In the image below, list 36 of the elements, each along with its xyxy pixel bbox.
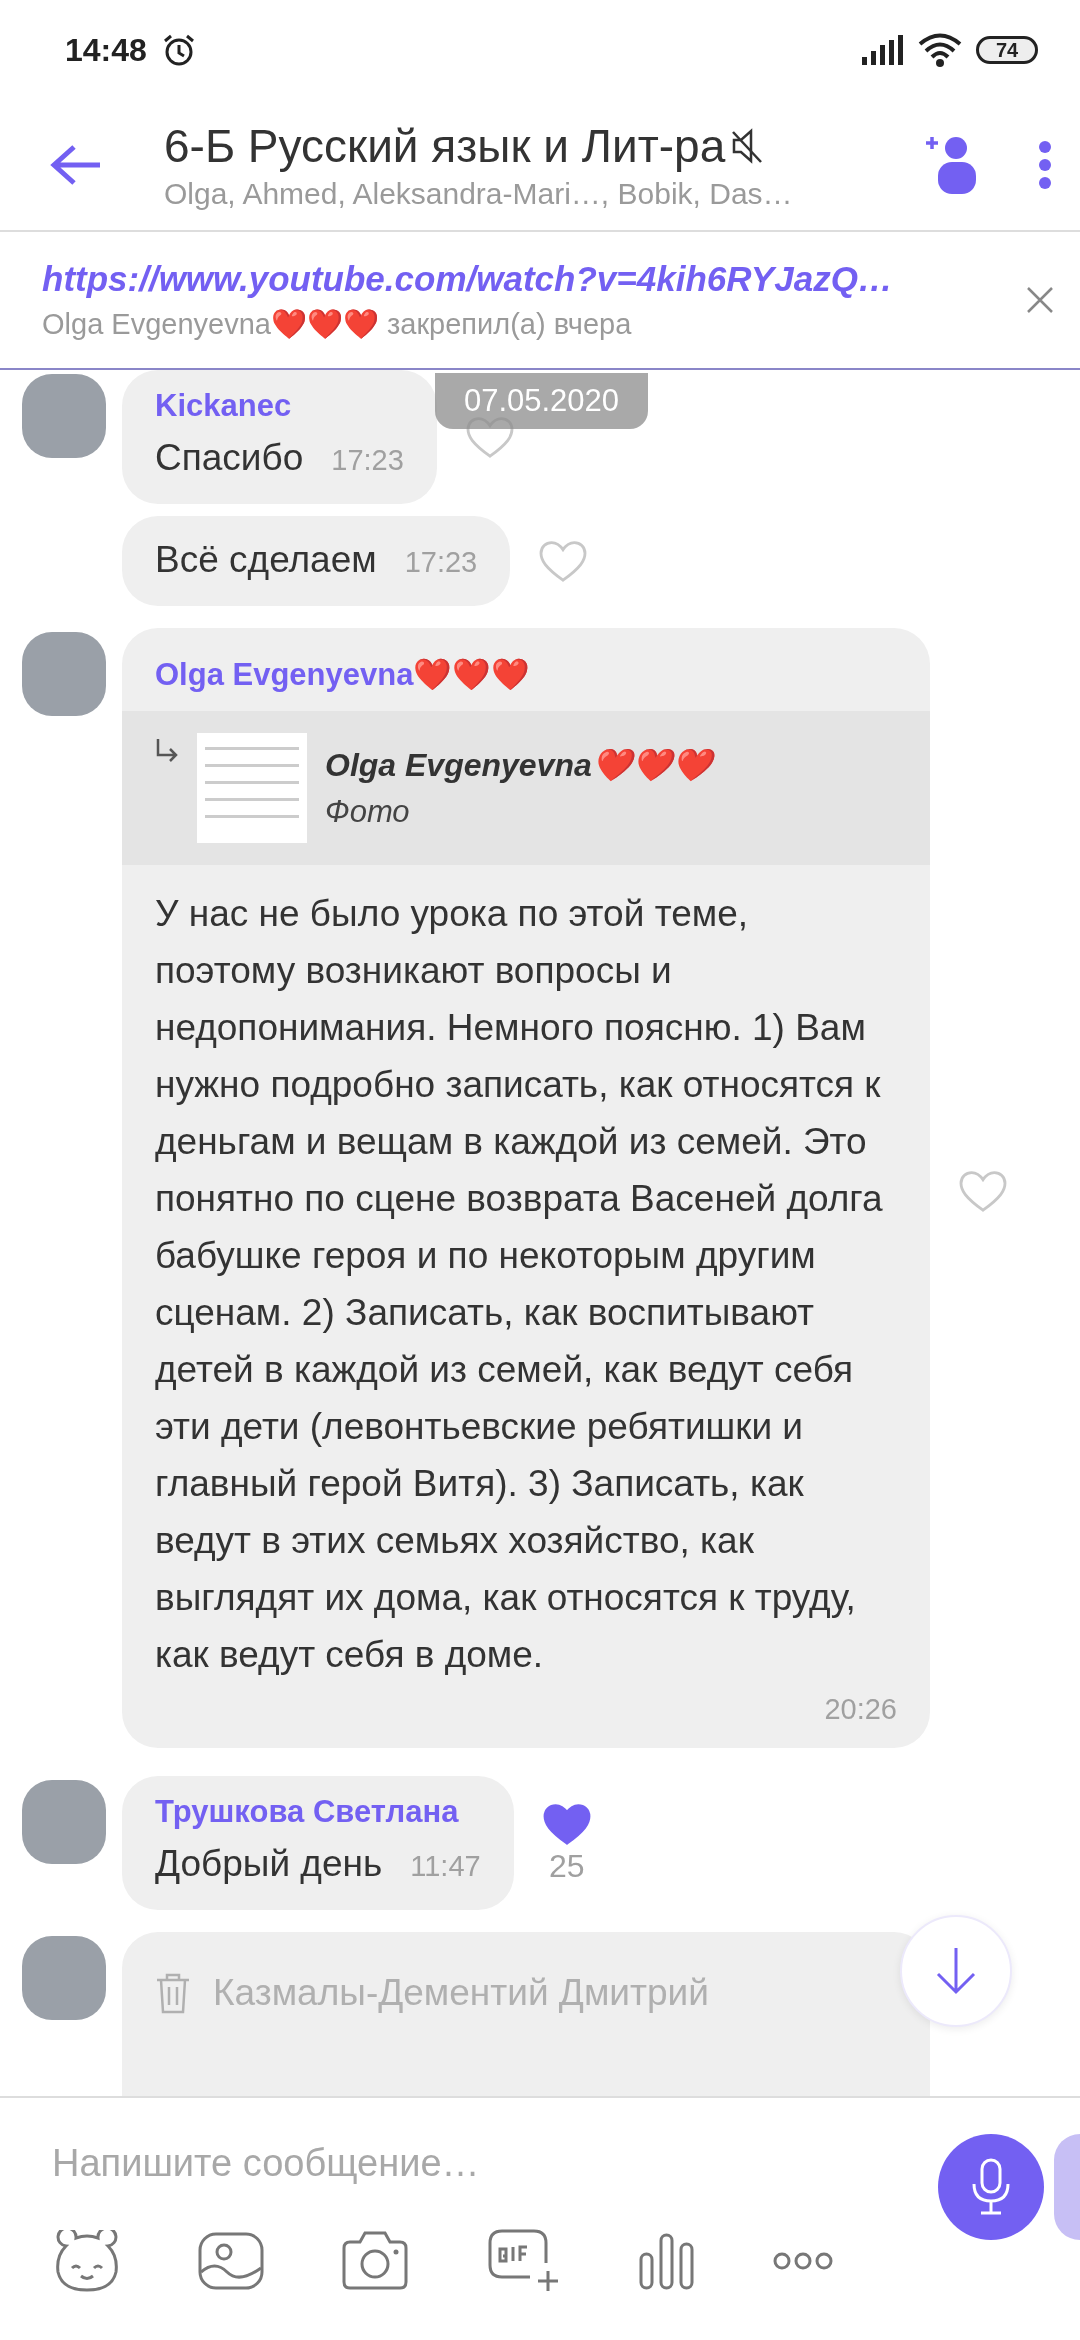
more-icon[interactable] — [772, 2250, 834, 2271]
heart-icon[interactable] — [541, 1801, 592, 1846]
message-text: Добрый день — [155, 1842, 383, 1886]
date-label: 07.05.2020 — [435, 373, 648, 429]
message-time: 17:23 — [404, 546, 478, 579]
close-icon[interactable] — [1026, 286, 1054, 314]
wifi-icon — [918, 33, 962, 67]
battery-icon: 74 — [976, 36, 1038, 64]
sender-name: Трушкова Светлана — [155, 1794, 460, 1830]
down-arrow-icon — [934, 1946, 978, 1996]
sender-name: Kickanec — [155, 388, 293, 424]
message-text: Спасибо — [155, 436, 304, 480]
bars-icon[interactable] — [638, 2231, 696, 2290]
reply-text: Фото — [325, 794, 411, 830]
more-options-icon[interactable] — [1038, 140, 1052, 190]
like-count: 25 — [548, 1847, 585, 1885]
message-text: Всё сделаем — [155, 538, 377, 582]
message-time: 20:26 — [823, 1692, 898, 1726]
message-time: 17:23 — [331, 444, 404, 477]
status-time: 14:48 — [65, 31, 147, 69]
deleted-notice: Казмалы-Дементий Дмитрий — [213, 1972, 709, 2014]
members-list: Olga, Ahmed, Aleksandra-Mari…, Bobik, Das… — [164, 177, 924, 211]
sender-name: Olga Evgenyevna❤❤❤ — [154, 656, 532, 693]
pinned-note: Olga Evgenyevna❤❤❤ закрепил(а) вчера — [42, 307, 633, 341]
back-arrow-icon[interactable] — [50, 145, 102, 185]
gallery-icon[interactable] — [198, 2231, 264, 2290]
trash-icon — [155, 1972, 191, 2014]
message-time: 11:47 — [410, 1850, 481, 1883]
message-input[interactable]: Напишите сообщение… — [52, 2141, 852, 2185]
chat-title: 6-Б Русский язык и Лит-ра — [164, 119, 726, 173]
signal-icon — [862, 35, 904, 65]
camera-icon[interactable] — [340, 2229, 410, 2292]
microphone-icon — [971, 2158, 1011, 2216]
pinned-link[interactable]: https://www.youtube.com/watch?v=4kih6RYJazQ… — [42, 259, 1026, 299]
add-participant-icon[interactable] — [924, 134, 978, 196]
message-text: У нас не было урока по этой теме, поэтому возникают вопросы и недопонимания. Немного поясню. 1) Вам нужно подробно записать, как относятся к деньгам и вещам в каждой из семей. Это понятно по сцене возврата Васеней долга бабушке героя и по некоторым другим сценам. 2) Записать, как воспитывают детей в каждой из семей, как ведут себя эти дети (левонтьевские ребятишки и главный герой Витя). 3) Записать, как ведут в этих семьях хозяйство, как выглядят их дома, как относятся к труду, как ведут себя в доме. — [154, 892, 884, 1677]
